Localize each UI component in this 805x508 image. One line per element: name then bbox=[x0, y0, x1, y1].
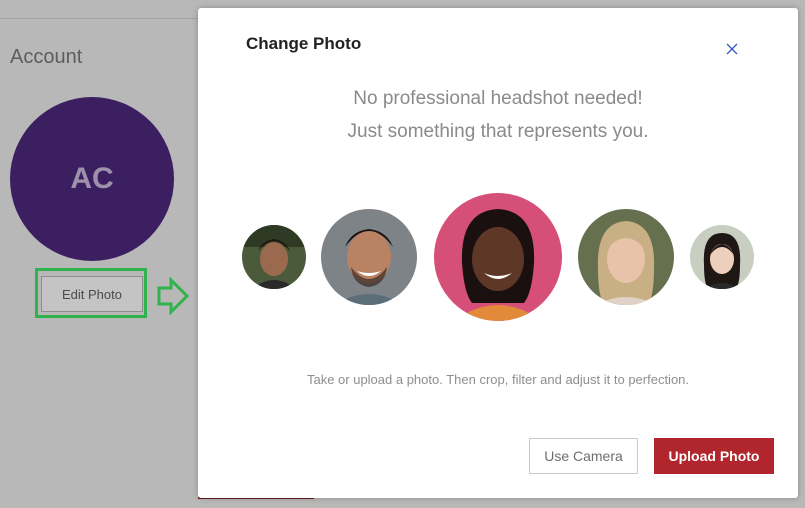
close-icon[interactable] bbox=[725, 42, 739, 56]
tagline-line-1: No professional headshot needed! bbox=[353, 88, 643, 109]
avatar: AC bbox=[10, 97, 174, 261]
sample-photo bbox=[690, 225, 754, 289]
avatar-initials: AC bbox=[70, 162, 114, 195]
use-camera-button[interactable]: Use Camera bbox=[529, 438, 638, 474]
sample-photo bbox=[578, 209, 674, 305]
upload-photo-button[interactable]: Upload Photo bbox=[654, 438, 774, 474]
edit-photo-button[interactable]: Edit Photo bbox=[41, 276, 143, 312]
divider bbox=[0, 18, 200, 19]
change-photo-modal: Change Photo No professional headshot ne… bbox=[198, 8, 798, 498]
account-heading: Account bbox=[10, 46, 83, 68]
hint-text: Take or upload a photo. Then crop, filte… bbox=[306, 372, 690, 387]
modal-title: Change Photo bbox=[246, 34, 362, 53]
sample-photo bbox=[242, 225, 306, 289]
arrow-right-icon bbox=[157, 277, 190, 315]
sample-photo bbox=[321, 209, 417, 305]
tagline-line-2: Just something that represents you. bbox=[347, 121, 649, 142]
sample-photo bbox=[434, 193, 562, 321]
